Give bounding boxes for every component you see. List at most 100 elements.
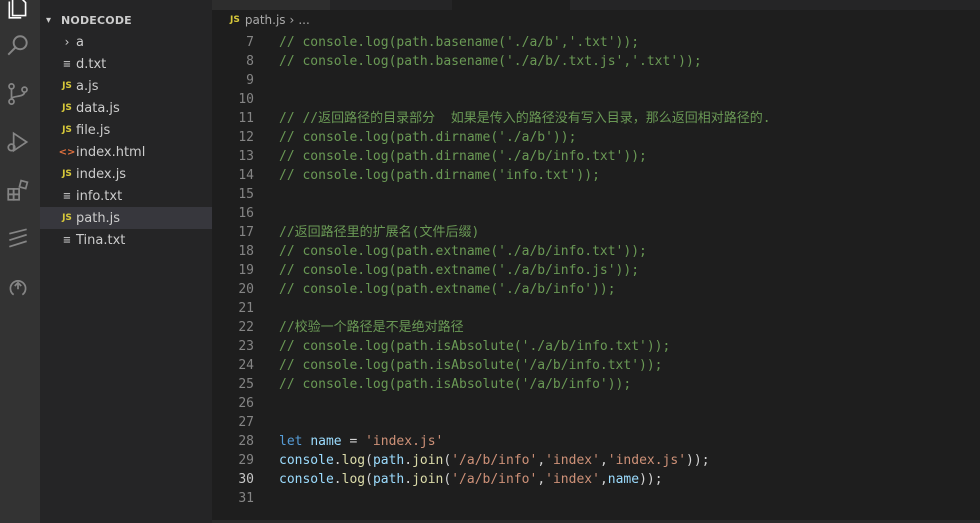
breadcrumb-more[interactable]: ... — [298, 13, 309, 27]
code-token: // console.log(path.isAbsolute('./a/b/in… — [279, 339, 671, 354]
js-file-icon: JS — [62, 81, 72, 91]
line-number: 27 — [238, 415, 254, 430]
tab-active[interactable] — [452, 0, 570, 10]
code-line[interactable]: 20 // console.log(path.extname('./a/b/inf… — [212, 280, 980, 299]
code-line[interactable]: 12 // console.log(path.dirname('./a/b')); — [212, 128, 980, 147]
code-line[interactable]: 29 console.log(path.join('/a/b/info','ind… — [212, 451, 980, 470]
code-line[interactable]: 31 — [212, 489, 980, 508]
code-line[interactable]: 9 — [212, 71, 980, 90]
code-token: join — [412, 472, 444, 487]
code-text: console.log(path.join('/a/b/info','index… — [254, 451, 710, 470]
code-text: // console.log(path.isAbsolute('/a/b/inf… — [254, 375, 631, 394]
js-file-icon: JS — [62, 213, 72, 223]
code-token: path — [372, 453, 405, 468]
code-editor[interactable]: 7 // console.log(path.basename('./a/b','.… — [212, 33, 980, 523]
text-file-icon: ≡ — [62, 190, 72, 202]
tree-item-label: index.js — [76, 166, 127, 182]
code-text: //返回路径里的扩展名(文件后缀) — [254, 223, 479, 242]
live-share-icon[interactable] — [4, 272, 32, 300]
code-token: '/a/b/info' — [451, 453, 538, 468]
extensions-icon[interactable] — [4, 176, 32, 204]
code-text: // console.log(path.extname('./a/b/info.… — [254, 261, 639, 280]
tree-item-d-txt[interactable]: ≡ d.txt — [40, 53, 212, 75]
tree-item-tina-txt[interactable]: ≡ Tina.txt — [40, 229, 212, 251]
tree-item-path-js[interactable]: JS path.js — [40, 207, 212, 229]
code-line[interactable]: 27 — [212, 413, 980, 432]
code-token: name — [310, 434, 342, 449]
code-token: // console.log(path.extname('./a/b/info.… — [279, 244, 647, 259]
explorer-sidebar: ▾ NODECODE › a ≡ d.txt JS a.js JS data.js JS file… — [40, 0, 212, 523]
js-file-icon: JS — [62, 125, 72, 135]
code-line[interactable]: 13 // console.log(path.dirname('./a/b/inf… — [212, 147, 980, 166]
code-line[interactable]: 26 — [212, 394, 980, 413]
code-line[interactable]: 16 — [212, 204, 980, 223]
code-line[interactable]: 21 — [212, 299, 980, 318]
tree-item-info-txt[interactable]: ≡ info.txt — [40, 185, 212, 207]
code-text: // console.log(path.extname('./a/b/info.… — [254, 242, 647, 261]
code-token: , — [537, 453, 546, 468]
code-text: // console.log(path.basename('./a/b/.txt… — [254, 52, 702, 71]
line-number: 13 — [238, 149, 254, 164]
code-token: , — [599, 472, 608, 487]
source-control-icon[interactable] — [4, 80, 32, 108]
explorer-section-header[interactable]: ▾ NODECODE — [40, 9, 212, 31]
code-token: // console.log(path.dirname('info.txt'))… — [279, 168, 600, 183]
code-line[interactable]: 10 — [212, 90, 980, 109]
line-number: 31 — [238, 491, 254, 506]
code-token: 'index.js' — [365, 434, 444, 449]
tree-item-a[interactable]: › a — [40, 31, 212, 53]
editor-group: JS path.js › ... 7 // console.log(path.ba… — [212, 0, 980, 523]
explorer-icon[interactable] — [4, 0, 32, 22]
code-line[interactable]: 30 console.log(path.join('/a/b/info','ind… — [212, 470, 980, 489]
code-text: // console.log(path.dirname('./a/b/info.… — [254, 147, 647, 166]
breadcrumb-file[interactable]: path.js — [245, 13, 286, 27]
code-line[interactable]: 15 — [212, 185, 980, 204]
tab-path-js[interactable] — [212, 0, 330, 10]
code-token: ( — [365, 472, 373, 487]
code-line[interactable]: 25 // console.log(path.isAbsolute('/a/b/i… — [212, 375, 980, 394]
code-token: )); — [686, 453, 710, 468]
tree-item-file-js[interactable]: JS file.js — [40, 119, 212, 141]
code-line[interactable]: 14 // console.log(path.dirname('info.txt'… — [212, 166, 980, 185]
line-number: 24 — [238, 358, 254, 373]
code-line[interactable]: 24 // console.log(path.isAbsolute('/a/b/i… — [212, 356, 980, 375]
remote-explorer-icon[interactable] — [4, 224, 32, 252]
code-token: console — [279, 453, 334, 468]
tree-item-label: d.txt — [76, 56, 107, 72]
code-text: // console.log(path.basename('./a/b','.t… — [254, 33, 639, 52]
code-line[interactable]: 8 // console.log(path.basename('./a/b/.tx… — [212, 52, 980, 71]
tree-item-data-js[interactable]: JS data.js — [40, 97, 212, 119]
code-token: ( — [365, 453, 373, 468]
code-line[interactable]: 23 // console.log(path.isAbsolute('./a/b/… — [212, 337, 980, 356]
chevron-down-icon: ▾ — [46, 14, 52, 26]
tree-item-index-html[interactable]: <> index.html — [40, 141, 212, 163]
tree-item-label: a.js — [76, 78, 99, 94]
tree-item-a-js[interactable]: JS a.js — [40, 75, 212, 97]
code-line[interactable]: 7 // console.log(path.basename('./a/b','.… — [212, 33, 980, 52]
tree-item-index-js[interactable]: JS index.js — [40, 163, 212, 185]
code-token: = — [341, 434, 366, 449]
line-number: 9 — [246, 73, 254, 88]
code-token: . — [404, 472, 413, 487]
code-token: // console.log(path.isAbsolute('/a/b/inf… — [279, 377, 632, 392]
run-debug-icon[interactable] — [4, 128, 32, 156]
code-token: // console.log(path.basename('./a/b','.t… — [279, 35, 640, 50]
line-number: 12 — [238, 130, 254, 145]
code-line[interactable]: 22 //校验一个路径是不是绝对路径 — [212, 318, 980, 337]
line-number: 15 — [238, 187, 254, 202]
code-line[interactable]: 28 let name = 'index.js' — [212, 432, 980, 451]
code-token: . — [404, 453, 413, 468]
search-icon[interactable] — [4, 32, 32, 60]
line-number: 25 — [238, 377, 254, 392]
code-line[interactable]: 11 // //返回路径的目录部分 如果是传入的路径没有写入目录，那么返回相对路径… — [212, 109, 980, 128]
code-token: . — [333, 453, 342, 468]
code-line[interactable]: 17 //返回路径里的扩展名(文件后缀) — [212, 223, 980, 242]
text-file-icon: ≡ — [62, 234, 72, 246]
code-line[interactable]: 19 // console.log(path.extname('./a/b/inf… — [212, 261, 980, 280]
line-number: 22 — [238, 320, 254, 335]
code-line[interactable]: 18 // console.log(path.extname('./a/b/inf… — [212, 242, 980, 261]
